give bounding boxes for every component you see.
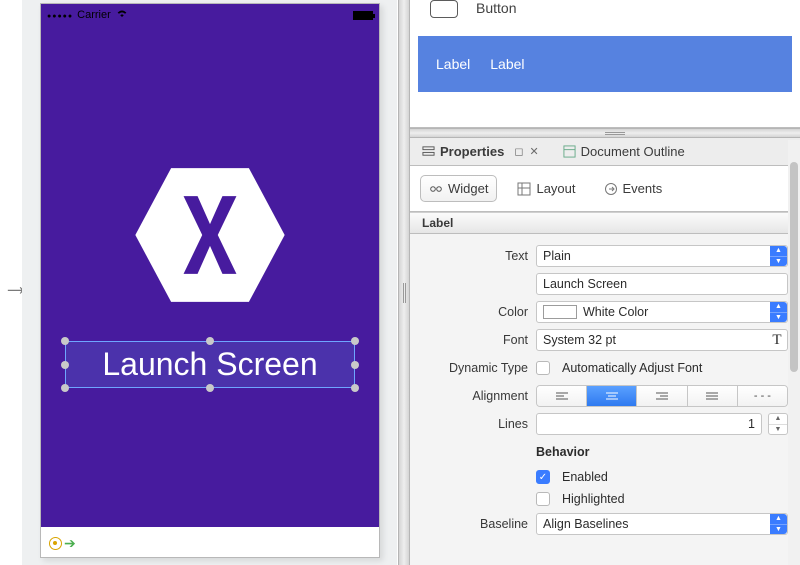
launch-screen-label[interactable]: Launch Screen xyxy=(65,341,355,388)
resize-handle-mr[interactable] xyxy=(351,361,359,369)
toolbox-panel: Button Label Label xyxy=(410,0,800,128)
baseline-select[interactable]: Align Baselines ▲▼ xyxy=(536,513,788,535)
toolbox-item-label-selected[interactable]: Label Label xyxy=(418,36,792,92)
lines-label: Lines xyxy=(410,417,536,431)
baseline-label: Baseline xyxy=(410,517,536,531)
scene-dock-exit-icon[interactable]: ➔ xyxy=(64,535,76,552)
align-left-button[interactable] xyxy=(537,386,587,406)
pad-dock-button[interactable]: ◻ xyxy=(514,145,523,158)
resize-handle-tl[interactable] xyxy=(61,337,69,345)
text-type-select[interactable]: Plain ▲▼ xyxy=(536,245,788,267)
xamarin-logo-icon xyxy=(130,165,290,305)
launch-screen-view[interactable]: Launch Screen xyxy=(41,26,379,527)
resize-handle-tr[interactable] xyxy=(351,337,359,345)
dynamic-type-label: Dynamic Type xyxy=(410,361,536,375)
tab-layout[interactable]: Layout xyxy=(509,176,583,201)
align-justify-button[interactable] xyxy=(688,386,738,406)
pad-close-button[interactable]: ✕ xyxy=(529,145,538,158)
enabled-label: Enabled xyxy=(562,470,608,484)
toolbox-item-button[interactable]: Button xyxy=(410,0,800,26)
properties-icon xyxy=(422,145,435,158)
statusbar-carrier: Carrier xyxy=(77,9,111,21)
resize-handle-bl[interactable] xyxy=(61,384,69,392)
enabled-checkbox[interactable]: ✓ xyxy=(536,470,550,484)
lines-input[interactable]: 1 xyxy=(536,413,762,435)
toolbox-button-label: Button xyxy=(476,0,516,16)
widget-icon xyxy=(429,182,443,196)
scene-dock-viewcontroller-icon[interactable] xyxy=(49,537,62,550)
battery-icon xyxy=(353,11,373,20)
font-input[interactable]: System 32 pt T xyxy=(536,329,788,351)
device-statusbar: ●●●●● Carrier xyxy=(41,4,379,26)
auto-adjust-font-label: Automatically Adjust Font xyxy=(562,361,702,375)
properties-mode-tabs: Widget Layout Events xyxy=(410,166,800,212)
font-label: Font xyxy=(410,333,536,347)
color-select[interactable]: White Color ▲▼ xyxy=(536,301,788,323)
tab-events[interactable]: Events xyxy=(596,176,671,201)
tab-properties[interactable]: Properties xyxy=(418,144,508,159)
alignment-segmented: - - - xyxy=(536,385,788,407)
toolbox-label-2: Label xyxy=(490,56,524,72)
toolbox-label-1: Label xyxy=(436,56,470,72)
align-natural-button[interactable]: - - - xyxy=(738,386,787,406)
select-stepper-icon: ▲▼ xyxy=(770,246,787,266)
signal-dots-icon: ●●●●● xyxy=(47,9,73,21)
horizontal-splitter[interactable] xyxy=(410,128,800,138)
tab-widget[interactable]: Widget xyxy=(420,175,497,202)
auto-adjust-font-checkbox[interactable] xyxy=(536,361,550,375)
scrollbar-thumb[interactable] xyxy=(790,162,798,372)
selected-label-element[interactable]: Launch Screen xyxy=(65,341,355,388)
text-label: Text xyxy=(410,249,536,263)
font-picker-icon[interactable]: T xyxy=(767,332,787,349)
resize-handle-br[interactable] xyxy=(351,384,359,392)
vertical-splitter[interactable] xyxy=(398,0,410,565)
resize-handle-ml[interactable] xyxy=(61,361,69,369)
behavior-heading: Behavior xyxy=(536,445,590,459)
text-value-input[interactable]: Launch Screen xyxy=(536,273,788,295)
scene-footer: ➔ xyxy=(41,529,379,557)
alignment-label: Alignment xyxy=(410,389,536,403)
layout-icon xyxy=(517,182,531,196)
align-right-button[interactable] xyxy=(637,386,687,406)
highlighted-checkbox[interactable] xyxy=(536,492,550,506)
button-widget-icon xyxy=(430,0,458,18)
design-canvas[interactable]: ●●●●● Carrier Launch Screen xyxy=(22,0,397,565)
color-label: Color xyxy=(410,305,536,319)
select-stepper-icon: ▲▼ xyxy=(770,302,787,322)
resize-handle-tm[interactable] xyxy=(206,337,214,345)
properties-form: Text Plain ▲▼ Launch Screen Color White … xyxy=(410,234,800,538)
align-center-button[interactable] xyxy=(587,386,637,406)
wifi-icon xyxy=(115,8,129,22)
panel-tabbar: Properties ◻ ✕ Document Outline xyxy=(410,138,800,166)
tab-document-outline[interactable]: Document Outline xyxy=(559,144,689,159)
section-header-label: Label xyxy=(410,212,800,234)
select-stepper-icon: ▲▼ xyxy=(770,514,787,534)
document-outline-icon xyxy=(563,145,576,158)
color-well-icon xyxy=(543,305,577,319)
events-icon xyxy=(604,182,618,196)
resize-handle-bm[interactable] xyxy=(206,384,214,392)
highlighted-label: Highlighted xyxy=(562,492,625,506)
properties-scrollbar[interactable] xyxy=(788,140,800,565)
device-frame: ●●●●● Carrier Launch Screen xyxy=(40,3,380,558)
lines-stepper[interactable]: ▲▼ xyxy=(768,413,788,435)
